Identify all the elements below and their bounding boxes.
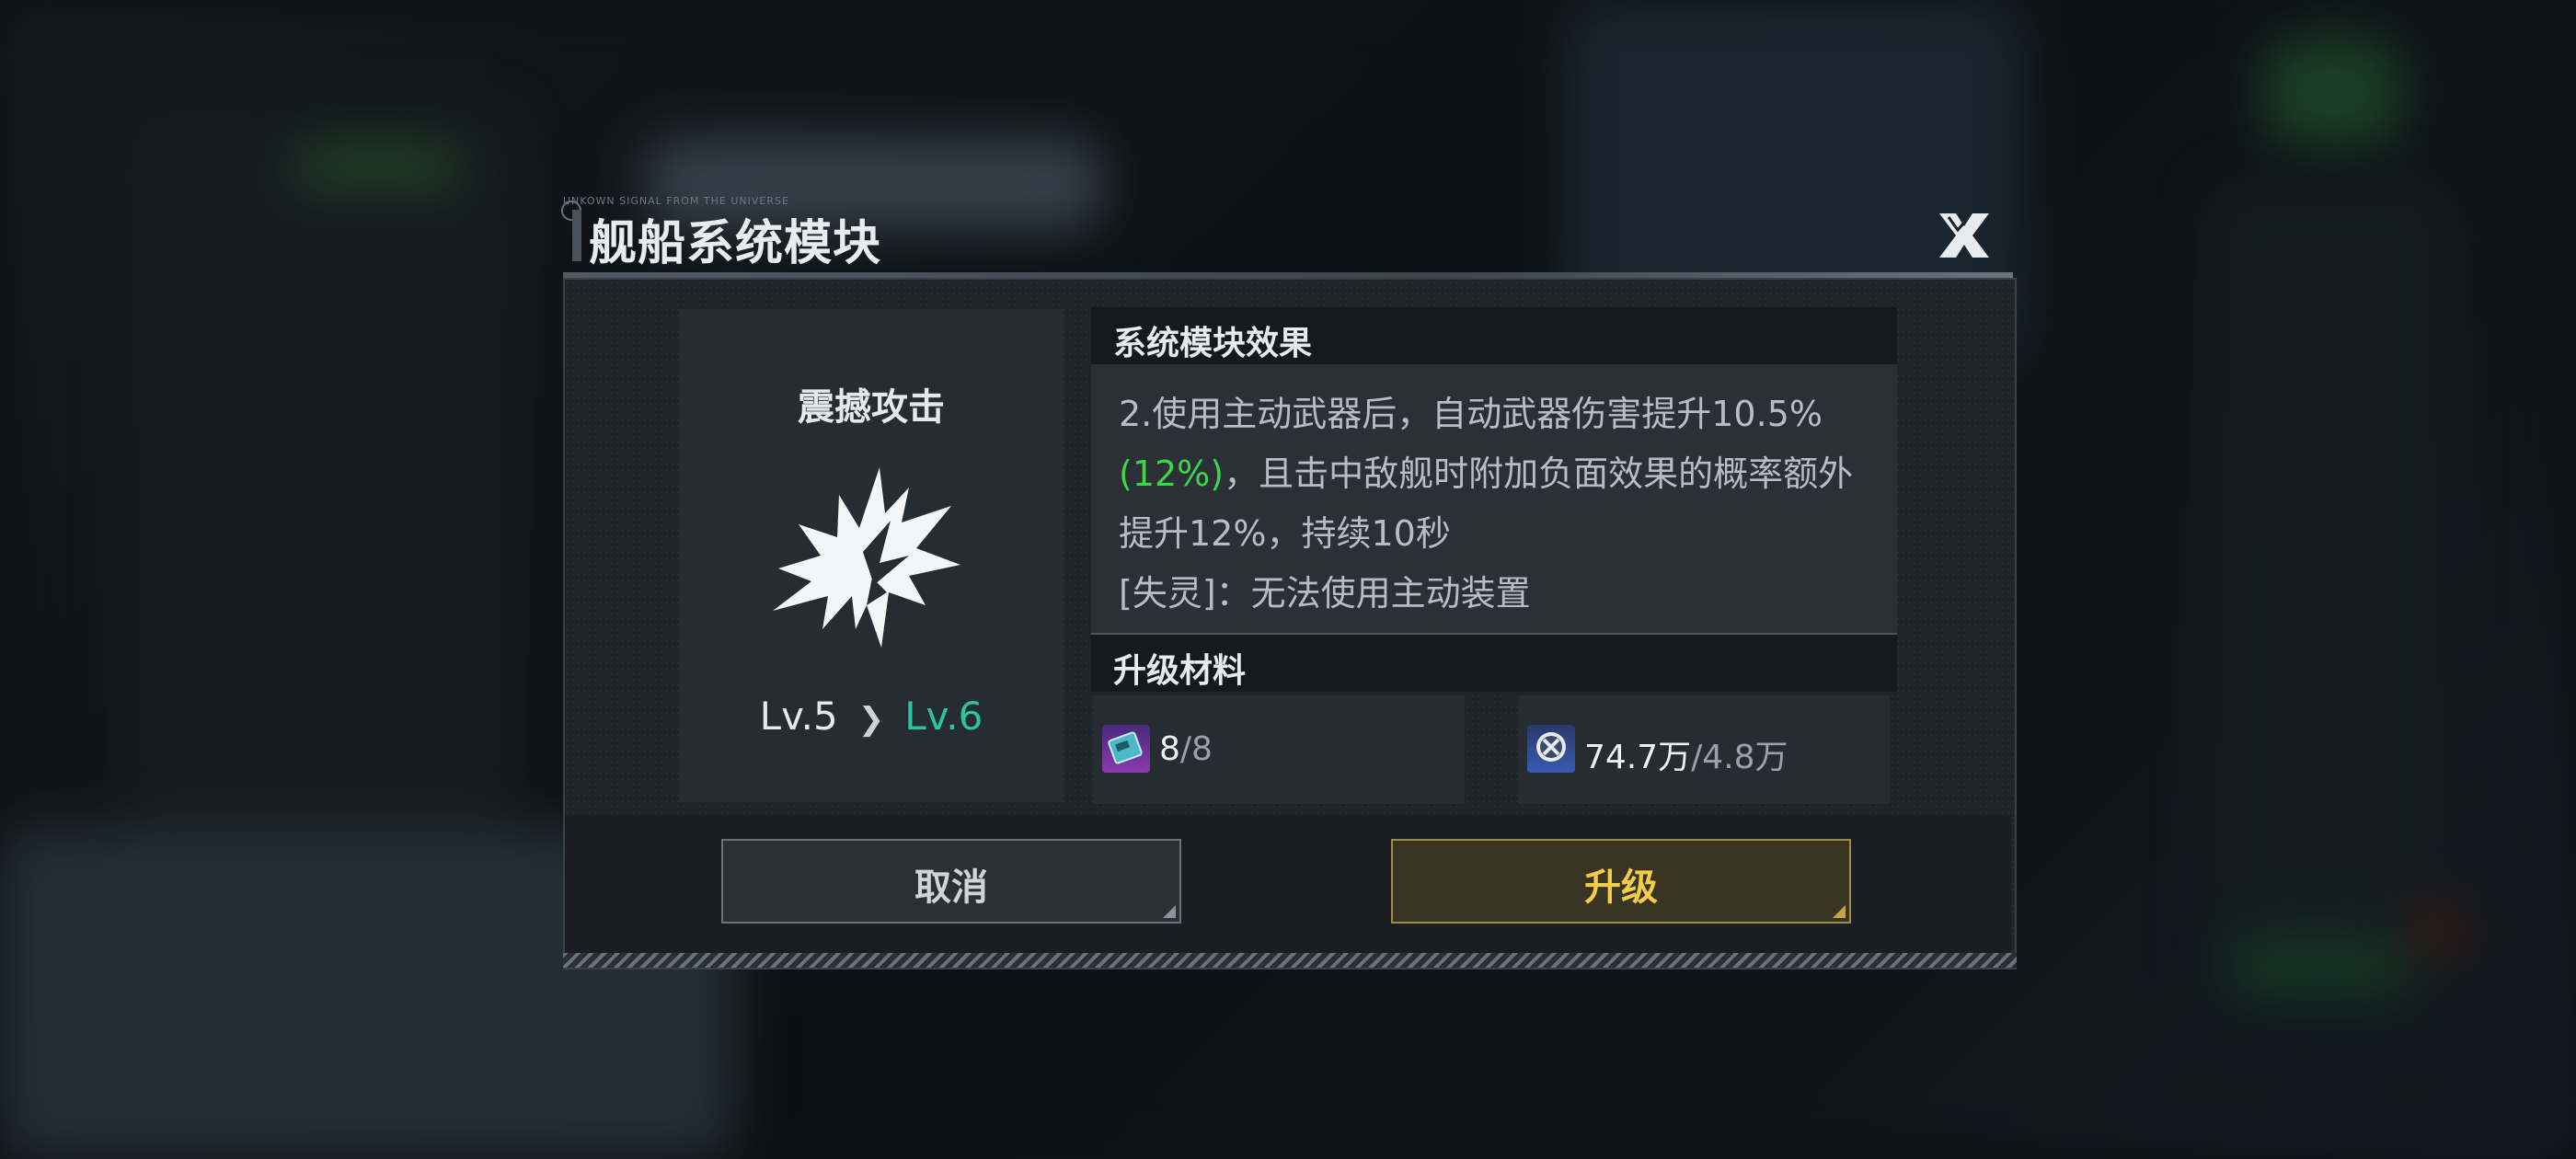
effect-header-label: 系统模块效果 — [1113, 325, 1313, 362]
close-button[interactable] — [1932, 208, 1996, 263]
level-current: Lv.5 — [759, 694, 838, 739]
dialog-title: 舰船系统模块 — [589, 216, 882, 271]
material-count-coin: 74.7万/4.8万 — [1584, 739, 1788, 776]
coin-icon — [1527, 725, 1575, 773]
effect-header: 系统模块效果 — [1091, 307, 1897, 364]
bottom-hazard-stripe — [563, 953, 2017, 968]
material-slot-coin[interactable]: 74.7万/4.8万 — [1518, 695, 1890, 804]
effect-text-part2: ，且击中敌舰时附加负面效果的概率额外提升12%，持续10秒 — [1119, 453, 1854, 554]
title-accent — [572, 210, 581, 261]
effect-text-part1: 2.使用主动武器后，自动武器伤害提升10.5% — [1119, 394, 1823, 434]
cancel-button[interactable]: 取消 — [721, 839, 1181, 924]
materials-header: 升级材料 — [1091, 635, 1897, 692]
cancel-button-label: 取消 — [914, 866, 988, 909]
burst-icon — [773, 467, 960, 648]
close-icon — [1939, 213, 1989, 258]
upgrade-button[interactable]: 升级 — [1391, 839, 1851, 924]
chip-card-icon — [1102, 725, 1150, 773]
effect-description: 2.使用主动武器后，自动武器伤害提升10.5% (12%)，且击中敌舰时附加负面效… — [1119, 384, 1855, 624]
material-slot-chip[interactable]: 8/8 — [1093, 695, 1465, 804]
module-name: 震撼攻击 — [798, 386, 945, 429]
chevron-right-icon: ❯ — [857, 701, 885, 738]
material-count-chip: 8/8 — [1159, 730, 1213, 768]
materials-header-label: 升级材料 — [1113, 652, 1247, 690]
upgrade-button-label: 升级 — [1584, 866, 1658, 909]
effect-text-line2: [失灵]：无法使用主动装置 — [1119, 573, 1531, 614]
level-row: Lv.5 ❯ Lv.6 — [679, 694, 1064, 739]
effect-text-highlight: (12%) — [1119, 453, 1225, 494]
level-next: Lv.6 — [904, 694, 983, 739]
